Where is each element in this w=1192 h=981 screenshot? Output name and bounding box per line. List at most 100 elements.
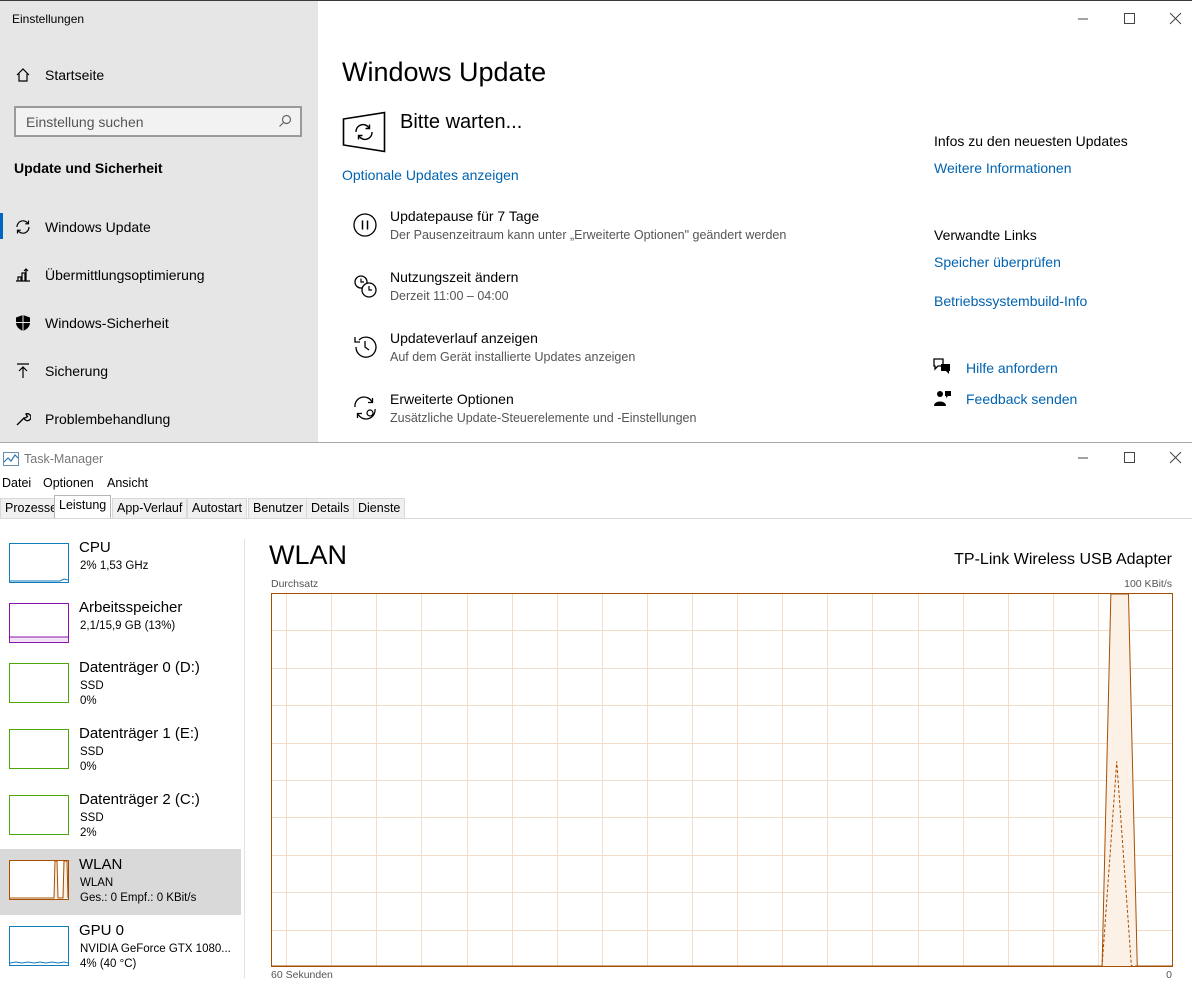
- perf-item-cpu[interactable]: CPU 2% 1,53 GHz: [0, 532, 241, 598]
- option-title: Updatepause für 7 Tage: [390, 208, 540, 224]
- settings-window: Einstellungen Startseite Einstellung suc…: [0, 0, 1192, 443]
- section-heading: Update und Sicherheit: [14, 160, 163, 176]
- tab-users[interactable]: Benutzer: [248, 498, 309, 518]
- active-hours-icon: [352, 273, 378, 299]
- sidebar-item-label: Startseite: [45, 67, 105, 83]
- resource-name: Arbeitsspeicher: [79, 599, 183, 616]
- sidebar-item-troubleshoot[interactable]: Problembehandlung: [0, 397, 318, 441]
- page-title: Windows Update: [342, 57, 547, 87]
- sidebar-item-delivery-optimization[interactable]: Übermittlungsoptimierung: [0, 253, 318, 297]
- sidebar-item-windows-security[interactable]: Windows-Sicherheit: [0, 301, 318, 345]
- menu-options[interactable]: Optionen: [43, 476, 94, 490]
- menu-view[interactable]: Ansicht: [107, 476, 148, 490]
- delivery-optimization-icon: [14, 266, 32, 284]
- tab-app-history[interactable]: App-Verlauf: [112, 498, 188, 518]
- update-status-text: Bitte warten...: [400, 111, 523, 133]
- settings-search-input[interactable]: Einstellung suchen: [14, 106, 302, 137]
- resource-name: GPU 0: [79, 922, 125, 939]
- resource-name: Datenträger 0 (D:): [79, 659, 200, 676]
- resource-detail: SSD: [80, 746, 104, 758]
- throughput-label: Durchsatz: [271, 578, 319, 590]
- advanced-options-icon: [352, 395, 378, 421]
- search-placeholder: Einstellung suchen: [26, 114, 144, 130]
- resource-name: CPU: [79, 539, 111, 556]
- tab-performance[interactable]: Leistung: [54, 495, 112, 519]
- option-title: Erweiterte Optionen: [390, 391, 514, 407]
- feedback-icon: [932, 389, 952, 407]
- resource-detail: WLAN: [80, 877, 114, 889]
- tab-startup[interactable]: Autostart: [187, 498, 248, 518]
- x-axis-left-label: 60 Sekunden: [271, 969, 333, 981]
- resource-detail: SSD: [80, 680, 104, 692]
- tab-services[interactable]: Dienste: [353, 498, 406, 518]
- update-status-icon: [342, 111, 386, 153]
- resource-detail: 2% 1,53 GHz: [80, 560, 149, 572]
- memory-graph-thumbnail: [9, 603, 69, 643]
- resource-detail: NVIDIA GeForce GTX 1080...: [80, 943, 231, 955]
- disk-graph-thumbnail: [9, 795, 69, 835]
- more-info-link[interactable]: Weitere Informationen: [934, 160, 1071, 176]
- os-build-info-link[interactable]: Betriebssystembuild-Info: [934, 293, 1087, 309]
- perf-item-memory[interactable]: Arbeitsspeicher 2,1/15,9 GB (13%): [0, 592, 241, 658]
- resource-title: WLAN: [269, 540, 348, 570]
- option-pause-updates[interactable]: Updatepause für 7 Tage Der Pausenzeitrau…: [352, 208, 912, 252]
- disk-graph-thumbnail: [9, 729, 69, 769]
- throughput-max-label: 100 KBit/s: [1124, 578, 1172, 590]
- sidebar-item-label: Windows-Sicherheit: [45, 315, 169, 331]
- perf-item-disk-2[interactable]: Datenträger 2 (C:) SSD 2%: [0, 784, 241, 850]
- sidebar-item-home[interactable]: Startseite: [0, 53, 318, 97]
- sidebar-item-label: Windows Update: [45, 219, 151, 235]
- cpu-graph-thumbnail: [9, 543, 69, 583]
- resource-detail: 2,1/15,9 GB (13%): [80, 620, 176, 632]
- perf-item-gpu-0[interactable]: GPU 0 NVIDIA GeForce GTX 1080... 4% (40 …: [0, 915, 241, 981]
- shield-icon: [14, 314, 32, 332]
- option-description: Zusätzliche Update-Steuerelemente und -E…: [390, 411, 697, 425]
- option-description: Derzeit 11:00 – 04:00: [390, 289, 509, 303]
- tab-details[interactable]: Details: [306, 498, 355, 518]
- x-axis-right-label: 0: [1166, 969, 1172, 981]
- menu-file[interactable]: Datei: [2, 476, 31, 490]
- maximize-button[interactable]: [1122, 12, 1136, 26]
- resource-usage: 0%: [80, 695, 97, 707]
- send-feedback-link[interactable]: Feedback senden: [966, 391, 1077, 407]
- resource-name: WLAN: [79, 856, 123, 873]
- history-icon: [352, 334, 378, 360]
- perf-item-disk-1[interactable]: Datenträger 1 (E:) SSD 0%: [0, 718, 241, 784]
- resource-name: Datenträger 1 (E:): [79, 725, 200, 742]
- task-manager-title: Task-Manager: [24, 452, 104, 466]
- sidebar-item-windows-update[interactable]: Windows Update: [0, 205, 318, 249]
- sidebar-separator: [244, 539, 245, 978]
- backup-arrow-icon: [14, 362, 32, 380]
- perf-item-disk-0[interactable]: Datenträger 0 (D:) SSD 0%: [0, 652, 241, 718]
- optional-updates-link[interactable]: Optionale Updates anzeigen: [342, 167, 519, 183]
- settings-sidebar: Einstellungen Startseite Einstellung suc…: [0, 1, 318, 443]
- sidebar-item-label: Sicherung: [45, 363, 109, 379]
- option-title: Nutzungszeit ändern: [390, 269, 519, 285]
- help-chat-icon: [932, 357, 952, 375]
- chart-grid: [271, 593, 1173, 967]
- option-active-hours[interactable]: Nutzungszeit ändern Derzeit 11:00 – 04:0…: [352, 269, 912, 313]
- tab-processes[interactable]: Prozesse: [0, 498, 63, 518]
- sidebar-item-backup[interactable]: Sicherung: [0, 349, 318, 393]
- pause-icon: [352, 212, 378, 238]
- search-icon: [278, 114, 292, 128]
- close-button[interactable]: [1168, 12, 1182, 26]
- minimize-button[interactable]: [1076, 12, 1090, 26]
- close-button[interactable]: [1168, 451, 1182, 465]
- check-storage-link[interactable]: Speicher überprüfen: [934, 254, 1061, 270]
- sidebar-item-label: Übermittlungsoptimierung: [45, 267, 205, 283]
- resource-usage: 2%: [80, 827, 97, 839]
- settings-window-title: Einstellungen: [12, 12, 85, 26]
- series-line-received: [271, 761, 1173, 967]
- get-help-link[interactable]: Hilfe anfordern: [966, 360, 1058, 376]
- perf-item-wlan[interactable]: WLAN WLAN Ges.: 0 Empf.: 0 KBit/s: [0, 849, 241, 915]
- info-heading: Infos zu den neuesten Updates: [934, 133, 1128, 149]
- sidebar-item-label: Problembehandlung: [45, 411, 171, 427]
- home-icon: [14, 66, 32, 84]
- maximize-button[interactable]: [1122, 451, 1136, 465]
- gpu-graph-thumbnail: [9, 926, 69, 966]
- option-update-history[interactable]: Updateverlauf anzeigen Auf dem Gerät ins…: [352, 330, 912, 374]
- resource-detail: SSD: [80, 812, 104, 824]
- minimize-button[interactable]: [1076, 451, 1090, 465]
- option-advanced-options[interactable]: Erweiterte Optionen Zusätzliche Update-S…: [352, 391, 912, 435]
